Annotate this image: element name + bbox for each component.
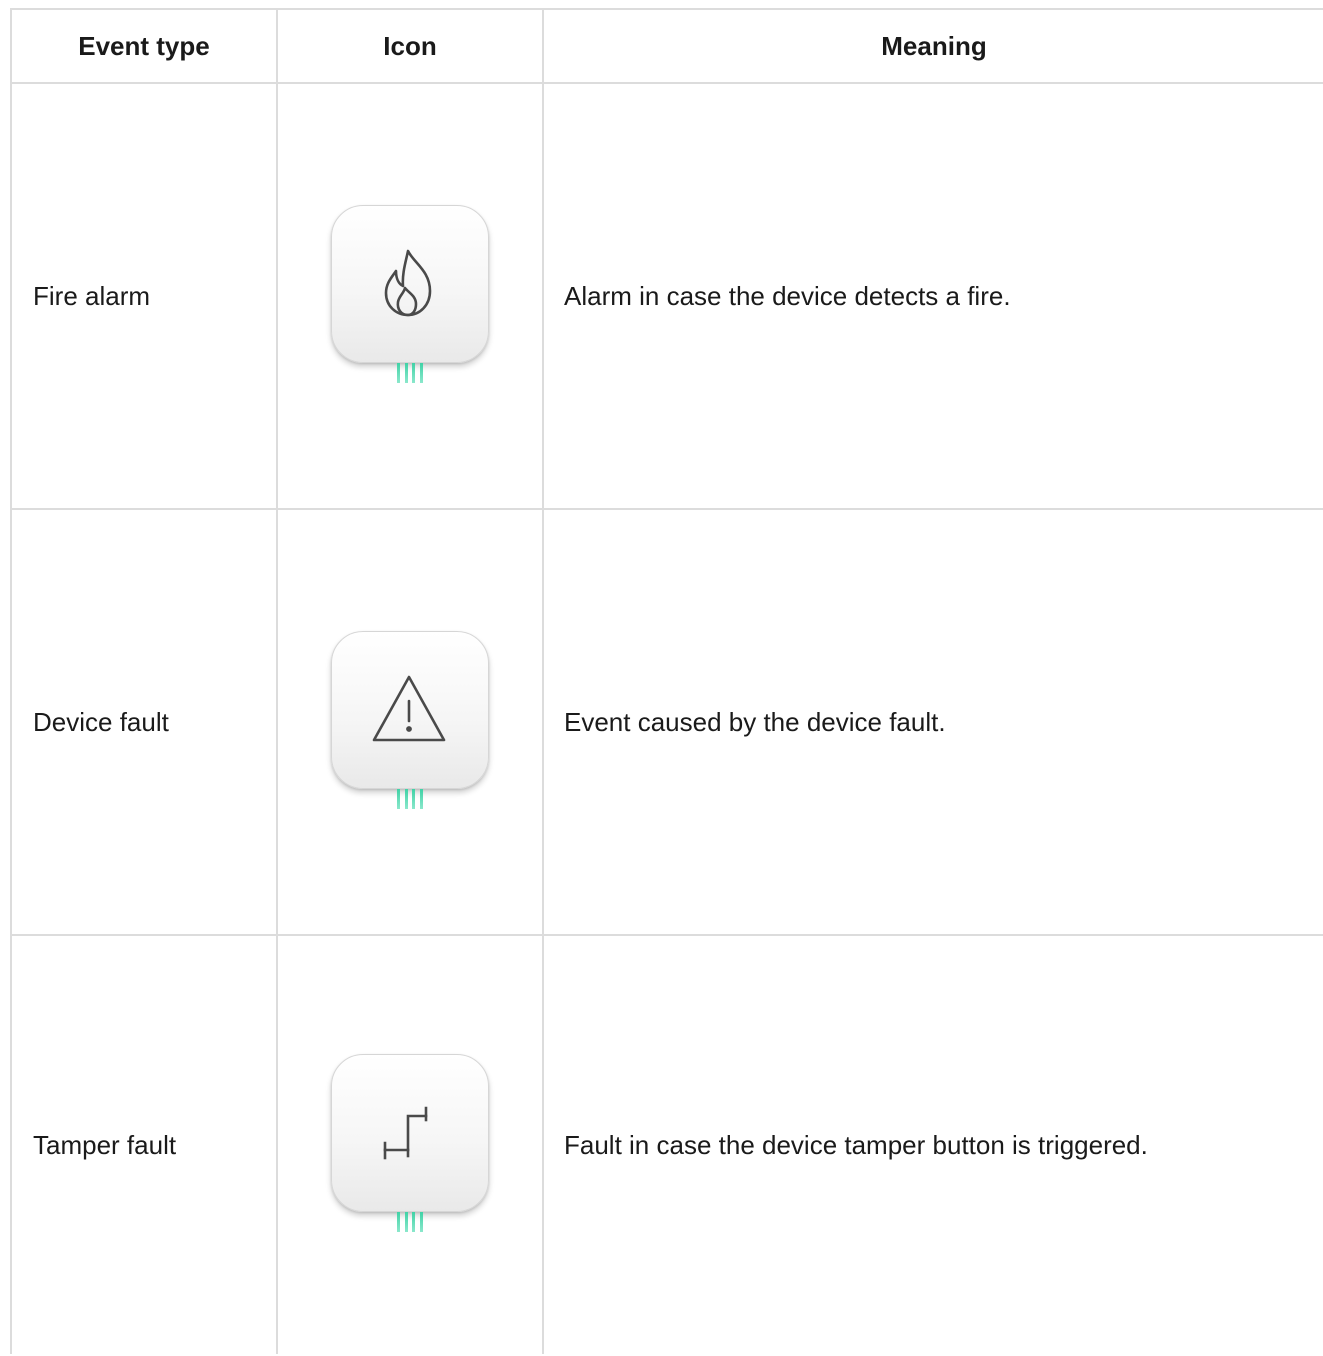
header-meaning: Meaning (542, 8, 1323, 84)
led-indicator (397, 1212, 423, 1232)
table-row: Device fault Event caused by the device … (10, 508, 1323, 936)
table-header-row: Event type Icon Meaning (10, 8, 1323, 84)
icon-cell (276, 508, 544, 936)
meaning-cell: Alarm in case the device detects a fire. (542, 82, 1323, 510)
event-type-cell: Fire alarm (10, 82, 278, 510)
device-image (330, 1054, 490, 1236)
icon-cell (276, 934, 544, 1354)
warning-triangle-icon (372, 675, 446, 742)
table-row: Tamper fault Fault in case the device ta… (10, 934, 1323, 1354)
tamper-icon (383, 1106, 428, 1160)
event-type-cell: Tamper fault (10, 934, 278, 1354)
device-image (330, 205, 490, 387)
fire-icon (384, 249, 432, 317)
header-event-type: Event type (10, 8, 278, 84)
meaning-cell: Fault in case the device tamper button i… (542, 934, 1323, 1354)
led-indicator (397, 363, 423, 383)
header-icon: Icon (276, 8, 544, 84)
event-types-table: Event type Icon Meaning Fire alarm Alarm… (10, 8, 1323, 1354)
table-row: Fire alarm Alarm in case the device dete… (10, 82, 1323, 510)
icon-cell (276, 82, 544, 510)
device-image (330, 631, 490, 813)
event-type-cell: Device fault (10, 508, 278, 936)
led-indicator (397, 789, 423, 809)
meaning-cell: Event caused by the device fault. (542, 508, 1323, 936)
